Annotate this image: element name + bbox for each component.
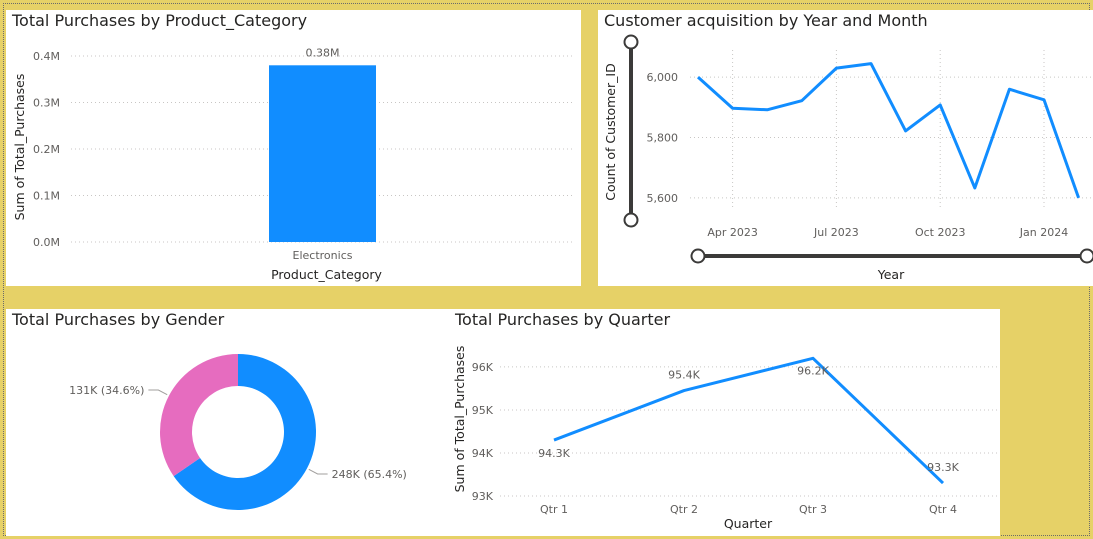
x-tick-label: Jan 2024 <box>1019 226 1068 239</box>
x-tick-label: Electronics <box>293 249 353 262</box>
donut-data-label: 248K (65.4%) <box>332 468 407 481</box>
y-tick-label: 5,800 <box>647 132 679 145</box>
y-tick-label: 5,600 <box>647 192 679 205</box>
x-range-slider-handle-left[interactable] <box>690 248 706 264</box>
y-tick-label: 0.4M <box>33 50 60 63</box>
bar-electronics[interactable] <box>269 65 376 242</box>
x-tick-label: Apr 2023 <box>707 226 758 239</box>
donut-leader-line <box>308 468 328 475</box>
x-tick-label: Oct 2023 <box>915 226 966 239</box>
x-tick-label: Qtr 1 <box>540 503 568 516</box>
donut-leader-line <box>148 389 168 396</box>
quarter-data-label: 95.4K <box>668 369 700 382</box>
donut-data-label: 131K (34.6%) <box>69 384 144 397</box>
quarter-chart-svg: 93K 94K 95K 96K 94.3K Qtr 1 95.4K Qtr 2 96.2K Qtr… <box>452 346 1000 531</box>
y-axis-title: Sum of Total_Purchases <box>452 346 467 493</box>
y-tick-label: 0.0M <box>33 236 60 249</box>
x-tick-label: Jul 2023 <box>813 226 859 239</box>
category-chart-svg: 0.0M 0.1M 0.2M 0.3M 0.4M 0.38M Electronics Prod… <box>12 46 574 282</box>
quarter-data-label: 96.2K <box>797 364 829 377</box>
x-axis-title: Year <box>877 267 905 282</box>
x-tick-label: Qtr 2 <box>670 503 698 516</box>
donut-slice[interactable] <box>160 354 238 477</box>
x-tick-label: Qtr 4 <box>929 503 957 516</box>
category-visual[interactable]: Total Purchases by Product_Category 0.0M… <box>6 10 581 286</box>
y-tick-label: 95K <box>472 404 494 417</box>
y-tick-label: 6,000 <box>647 71 679 84</box>
y-tick-label: 0.2M <box>33 143 60 156</box>
y-axis-title: Sum of Total_Purchases <box>12 74 27 221</box>
y-tick-label: 94K <box>472 447 494 460</box>
quarter-visual[interactable]: Total Purchases by Quarter 93K 94K 95K 96K 9… <box>452 309 1000 536</box>
quarter-data-label: 94.3K <box>538 447 570 460</box>
y-tick-label: 0.3M <box>33 97 60 110</box>
y-range-slider-handle-bottom[interactable] <box>623 212 639 228</box>
y-tick-label: 93K <box>472 490 494 503</box>
y-tick-label: 96K <box>472 361 494 374</box>
acquisition-visual[interactable]: Customer acquisition by Year and Month 5… <box>598 10 1093 286</box>
gender-visual[interactable]: Total Purchases by Gender 248K (65.4%) 13… <box>6 309 452 536</box>
acquisition-chart-svg: 5,600 5,800 6,000 Apr 2023 Jul 2023 Oct 2023 J… <box>603 34 1093 282</box>
quarter-series-line[interactable] <box>553 356 945 485</box>
x-tick-label: Qtr 3 <box>799 503 827 516</box>
quarter-data-label: 93.3K <box>927 461 959 474</box>
y-axis-title: Count of Customer_ID <box>603 63 618 200</box>
gender-chart-svg: 248K (65.4%) 131K (34.6%) <box>69 354 407 511</box>
y-range-slider-handle-top[interactable] <box>623 34 639 50</box>
x-axis-title: Product_Category <box>271 267 382 282</box>
acquisition-series-line[interactable] <box>696 62 1081 199</box>
bar-data-label: 0.38M <box>306 46 340 59</box>
x-range-slider-handle-right[interactable] <box>1079 248 1093 264</box>
y-tick-label: 0.1M <box>33 190 60 203</box>
x-axis-title: Quarter <box>724 516 773 531</box>
